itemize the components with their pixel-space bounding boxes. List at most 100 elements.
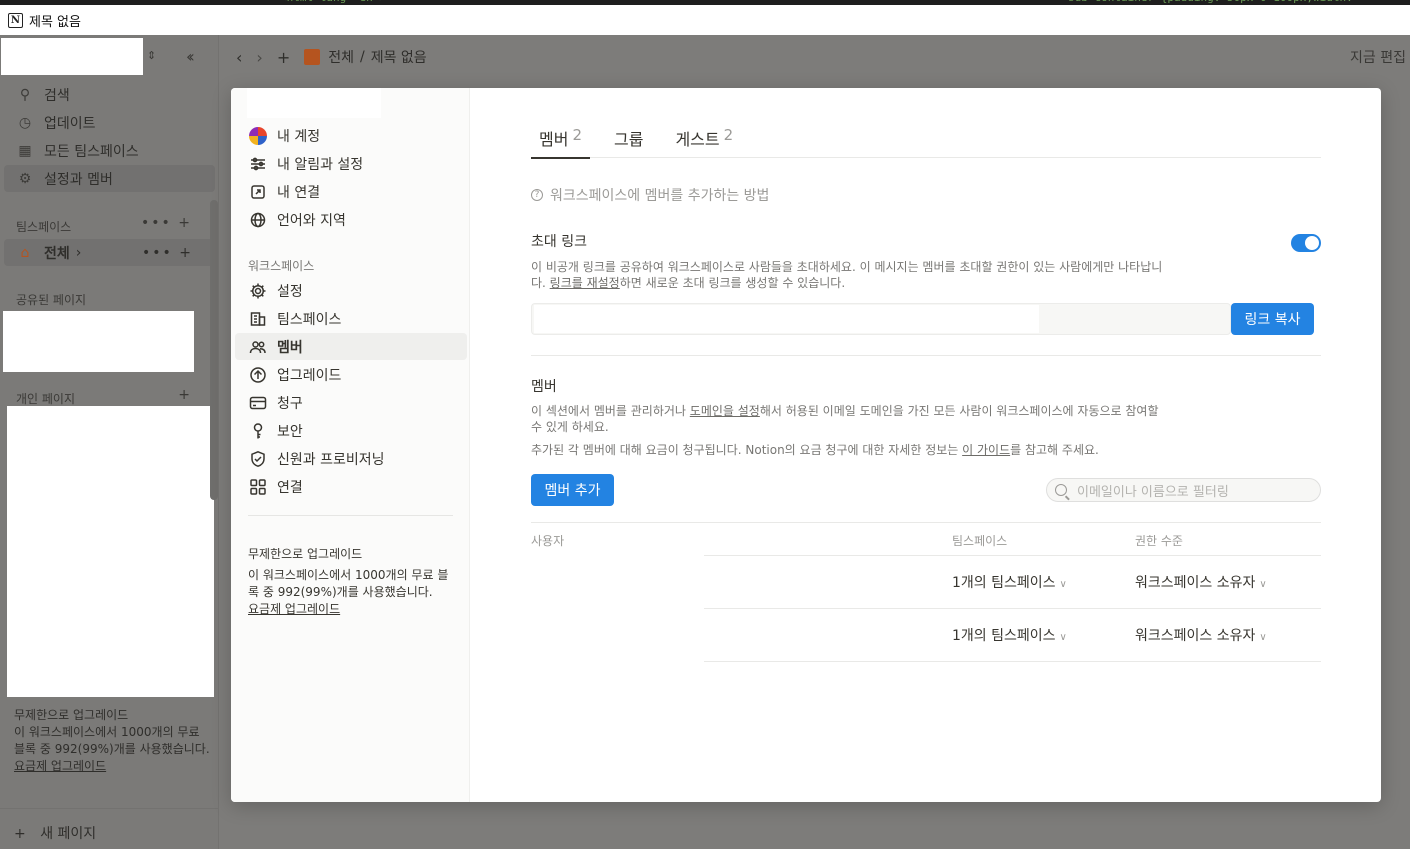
shield-check-icon	[248, 449, 268, 469]
row-role-dropdown[interactable]: 워크스페이스 소유자 ∨	[1135, 625, 1267, 645]
members-title: 멤버	[531, 379, 557, 395]
sidebar-item-label: 설정과 멤버	[44, 171, 113, 188]
upgrade-link[interactable]: 요금제 업그레이드	[14, 758, 210, 775]
sidebar-item-all-teamspaces[interactable]: ▦ 모든 팀스페이스	[4, 137, 215, 164]
tab-label: 멤버	[539, 130, 569, 149]
grid-icon	[248, 477, 268, 497]
sidebar-item-label: 검색	[44, 87, 70, 104]
avatar	[248, 126, 268, 146]
table-top-divider	[531, 522, 1321, 523]
settings-item-label: 내 계정	[277, 128, 321, 145]
switcher-caret-icon[interactable]: ⇕	[147, 49, 156, 62]
settings-item-integrations[interactable]: 연결	[235, 473, 467, 500]
member-filter-input[interactable]: 이메일이나 이름으로 필터링	[1046, 478, 1321, 502]
home-icon	[304, 49, 321, 65]
tab-label: 게스트	[675, 130, 720, 149]
settings-item-label: 팀스페이스	[277, 311, 342, 328]
workspace-switcher[interactable]	[1, 38, 143, 75]
settings-item-security[interactable]: 보안	[235, 417, 467, 444]
settings-item-identity[interactable]: 신원과 프로비저닝	[235, 445, 467, 472]
external-link-icon	[248, 182, 268, 202]
upgrade-title: 무제한으로 업그레이드	[248, 547, 363, 561]
sidebar-item-settings[interactable]: ⚙ 설정과 멤버	[4, 165, 215, 192]
chevron-down-icon: ∨	[1259, 632, 1267, 643]
private-pages-redacted	[7, 406, 214, 697]
table-row-divider	[704, 555, 1321, 556]
settings-item-label: 연결	[277, 479, 303, 496]
tab-members[interactable]: 멤버 2	[531, 126, 590, 159]
set-domain-link[interactable]: 도메인을 설정	[690, 404, 760, 418]
add-page-icon[interactable]: +	[277, 48, 290, 67]
help-circle-icon: ?	[531, 189, 543, 201]
settings-item-label: 청구	[277, 395, 303, 412]
teamspace-item-actions[interactable]: ••• +	[142, 245, 193, 261]
tab-groups[interactable]: 그룹	[606, 126, 651, 158]
members-description-2: 추가된 각 멤버에 대해 요금이 청구됩니다. Notion의 요금 청구에 대…	[531, 443, 1099, 457]
sidebar-item-label: 모든 팀스페이스	[44, 143, 139, 160]
invite-link-toggle[interactable]	[1291, 234, 1321, 252]
copy-link-button[interactable]: 링크 복사	[1231, 303, 1314, 335]
modal-upgrade-notice: 무제한으로 업그레이드 이 워크스페이스에서 1000개의 무료 블록 중 99…	[248, 546, 458, 618]
settings-item-label: 멤버	[277, 339, 303, 356]
settings-modal: 내 계정 내 알림과 설정 내 연결 언어와 지역 워크스페이스 설정 팀스페이…	[231, 88, 1381, 802]
forward-arrow-icon[interactable]: ›	[256, 48, 262, 67]
upgrade-link[interactable]: 요금제 업그레이드	[248, 601, 458, 618]
settings-item-label: 보안	[277, 423, 303, 440]
add-member-button[interactable]: 멤버 추가	[531, 474, 614, 506]
row-role-dropdown[interactable]: 워크스페이스 소유자 ∨	[1135, 572, 1267, 592]
table-row-divider	[704, 608, 1321, 609]
sidebar-scrollbar[interactable]	[210, 200, 218, 500]
settings-item-label: 업그레이드	[277, 367, 342, 384]
settings-item-settings[interactable]: 설정	[235, 277, 467, 304]
home-icon: ⌂	[20, 244, 30, 261]
settings-item-label: 내 알림과 설정	[277, 156, 364, 173]
private-pages-label: 개인 페이지	[16, 392, 76, 406]
row-teamspaces-dropdown[interactable]: 1개의 팀스페이스 ∨	[952, 625, 1067, 645]
breadcrumb-teamspace[interactable]: 전체	[328, 47, 354, 67]
breadcrumb-separator: /	[359, 49, 365, 65]
plus-icon: +	[14, 826, 26, 842]
settings-item-connections[interactable]: 내 연결	[235, 178, 467, 205]
teamspaces-section-label: 팀스페이스	[16, 220, 72, 234]
invite-link-title: 초대 링크	[531, 234, 587, 250]
settings-sidebar-divider	[248, 515, 453, 516]
settings-item-my-account[interactable]: 내 계정	[235, 122, 467, 149]
settings-item-members[interactable]: 멤버	[235, 333, 467, 360]
gear-icon	[248, 281, 268, 301]
edit-status: 지금 편집	[1350, 50, 1406, 66]
upgrade-text: 이 워크스페이스에서 1000개의 무료 블록 중 992(99%)개를 사용했…	[14, 725, 210, 756]
members-panel: 멤버 2 그룹 게스트 2 ? 워크스페이스에 멤버를 추가하는 방법 초대 링…	[531, 88, 1321, 802]
new-page-button[interactable]: + 새 페이지	[14, 823, 96, 843]
settings-sidebar: 내 계정 내 알림과 설정 내 연결 언어와 지역 워크스페이스 설정 팀스페이…	[231, 88, 470, 802]
reset-link[interactable]: 링크를 재설정	[550, 276, 620, 290]
settings-item-label: 언어와 지역	[277, 212, 346, 229]
settings-item-upgrade[interactable]: 업그레이드	[235, 361, 467, 388]
guide-link[interactable]: 이 가이드	[962, 443, 1010, 457]
sidebar-item-search[interactable]: ⚲ 검색	[4, 81, 215, 108]
people-icon	[248, 337, 268, 357]
back-arrow-icon[interactable]: ‹	[236, 48, 242, 67]
topbar: ‹ › + 전체 / 제목 없음	[236, 45, 433, 69]
building-icon: ▦	[18, 142, 32, 159]
sidebar-divider	[0, 808, 219, 809]
settings-item-language[interactable]: 언어와 지역	[235, 206, 467, 233]
add-private-page-icon[interactable]: +	[178, 387, 192, 403]
howto-link[interactable]: ? 워크스페이스에 멤버를 추가하는 방법	[531, 185, 769, 205]
tab-count: 2	[723, 126, 734, 144]
collapse-sidebar-icon[interactable]: ‹‹	[186, 47, 195, 66]
settings-item-teamspaces[interactable]: 팀스페이스	[235, 305, 467, 332]
howto-label: 워크스페이스에 멤버를 추가하는 방법	[550, 188, 770, 204]
sidebar-item-updates[interactable]: ◷ 업데이트	[4, 109, 215, 136]
tab-guests[interactable]: 게스트 2	[667, 126, 741, 158]
row-teamspaces-dropdown[interactable]: 1개의 팀스페이스 ∨	[952, 572, 1067, 592]
settings-item-notifications[interactable]: 내 알림과 설정	[235, 150, 467, 177]
invite-link-field[interactable]	[531, 303, 1231, 335]
filter-placeholder: 이메일이나 이름으로 필터링	[1077, 484, 1229, 500]
breadcrumb-page[interactable]: 제목 없음	[371, 47, 427, 67]
settings-item-billing[interactable]: 청구	[235, 389, 467, 416]
sidebar-teamspace-item[interactable]: ⌂ 전체 › ••• +	[4, 239, 215, 266]
clock-icon: ◷	[18, 114, 32, 131]
window-title: 제목 없음	[29, 14, 81, 30]
key-icon	[248, 421, 268, 441]
teamspaces-actions[interactable]: ••• +	[141, 215, 192, 231]
